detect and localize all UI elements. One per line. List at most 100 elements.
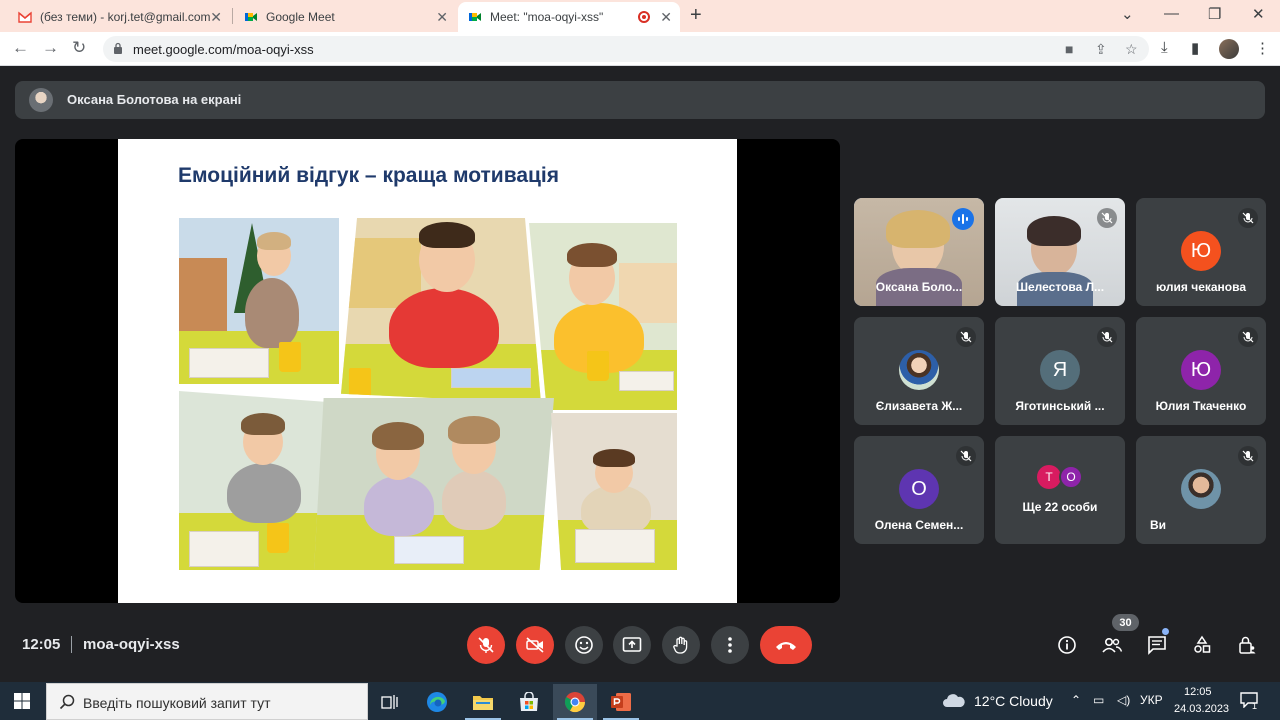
participant-tile[interactable]: О Олена Семен... xyxy=(854,436,984,544)
participant-avatar: Я xyxy=(1040,350,1080,390)
mic-off-icon xyxy=(1238,208,1258,228)
chevron-down-icon[interactable]: ⌄ xyxy=(1121,5,1134,23)
weather-text: 12°C Cloudy xyxy=(974,693,1053,709)
network-icon[interactable]: ▭ xyxy=(1093,693,1104,707)
participant-tile[interactable]: Оксана Боло... xyxy=(854,198,984,306)
more-options-button[interactable] xyxy=(711,626,749,664)
close-tab-icon[interactable]: ✕ xyxy=(660,9,672,26)
participant-avatar: Ю xyxy=(1181,231,1221,271)
cloud-icon xyxy=(943,694,965,707)
tab-title: (без теми) - korj.tet@gmail.com xyxy=(40,10,211,24)
share-icon[interactable]: ⇪ xyxy=(1095,41,1107,58)
classroom-photo xyxy=(529,223,677,410)
task-view-button[interactable] xyxy=(368,684,412,720)
windows-start-icon[interactable] xyxy=(14,693,30,709)
tab-separator xyxy=(232,8,233,24)
mic-off-icon xyxy=(478,637,494,653)
language-indicator[interactable]: УКР xyxy=(1140,693,1163,707)
participant-tile[interactable]: Ю юлия чеканова xyxy=(1136,198,1266,306)
close-tab-icon[interactable]: ✕ xyxy=(210,9,222,26)
participant-name: Ви xyxy=(1150,518,1167,532)
edge-app[interactable] xyxy=(415,684,459,720)
tab-google-meet[interactable]: Google Meet ✕ xyxy=(234,2,456,32)
store-icon xyxy=(520,692,538,711)
back-button[interactable]: ← xyxy=(12,38,29,58)
hand-icon xyxy=(673,636,688,654)
close-window-button[interactable]: ✕ xyxy=(1252,5,1265,23)
camera-toggle-button[interactable] xyxy=(516,626,554,664)
participant-name: Єлизавета Ж... xyxy=(875,399,963,413)
participant-avatar xyxy=(1181,469,1221,509)
present-screen-button[interactable] xyxy=(613,626,651,664)
chrome-app[interactable] xyxy=(553,684,597,720)
close-tab-icon[interactable]: ✕ xyxy=(436,9,448,26)
presentation-slide: Емоційний відгук – краща мотивація xyxy=(118,139,737,603)
participant-avatar: О xyxy=(899,469,939,509)
mic-off-icon xyxy=(1097,208,1117,228)
photo-collage xyxy=(179,218,677,570)
microphone-toggle-button[interactable] xyxy=(467,626,505,664)
store-app[interactable] xyxy=(507,684,551,720)
chrome-icon xyxy=(564,692,586,713)
presentation-stage: Емоційний відгук – краща мотивація xyxy=(15,139,840,603)
url-text: meet.google.com/moa-oqyi-xss xyxy=(133,42,314,57)
mic-off-icon xyxy=(1238,446,1258,466)
bookmark-star-icon[interactable]: ☆ xyxy=(1125,41,1138,58)
folder-icon xyxy=(473,696,493,710)
meeting-details-button[interactable] xyxy=(1054,632,1080,658)
participant-name: Шелестова Л... xyxy=(1015,280,1105,294)
presenting-banner: Оксана Болотова на екрані xyxy=(15,81,1265,119)
classroom-photo xyxy=(314,398,554,570)
tab-meet-call[interactable]: Meet: "moa-oqyi-xss" ✕ xyxy=(458,2,680,32)
participant-count-badge: 30 xyxy=(1112,614,1139,631)
leave-call-button[interactable] xyxy=(760,626,812,664)
profile-avatar[interactable] xyxy=(1219,39,1239,59)
present-screen-icon xyxy=(622,637,642,652)
more-participants-tile[interactable]: Т О Ще 22 особи xyxy=(995,436,1125,544)
tab-gmail[interactable]: (без теми) - korj.tet@gmail.com ✕ xyxy=(8,2,230,32)
recording-icon xyxy=(638,11,650,23)
taskbar-search-box[interactable]: Введіть пошуковий запит тут xyxy=(46,683,368,720)
file-explorer-app[interactable] xyxy=(461,684,505,720)
meet-icon xyxy=(469,13,481,21)
raise-hand-button[interactable] xyxy=(662,626,700,664)
powerpoint-app[interactable] xyxy=(599,684,643,720)
people-button[interactable] xyxy=(1099,632,1125,658)
chevron-up-icon[interactable]: ⌃ xyxy=(1071,693,1081,707)
menu-kebab-icon[interactable]: ⋮ xyxy=(1255,39,1270,57)
clock-time[interactable]: 12:05 xyxy=(1184,686,1212,698)
participant-avatar: О xyxy=(1059,465,1083,489)
address-bar[interactable]: meet.google.com/moa-oqyi-xss ■ ⇪ ☆ xyxy=(103,36,1149,62)
forward-button[interactable]: → xyxy=(42,38,59,58)
edge-icon xyxy=(427,692,447,712)
participant-tile[interactable]: Шелестова Л... xyxy=(995,198,1125,306)
host-controls-button[interactable] xyxy=(1234,632,1260,658)
activities-button[interactable] xyxy=(1189,632,1215,658)
windows-taskbar: Введіть пошуковий запит тут 12°C Cloudy … xyxy=(0,682,1280,720)
chat-button[interactable] xyxy=(1144,632,1170,658)
reactions-button[interactable] xyxy=(565,626,603,664)
restore-button[interactable]: ❐ xyxy=(1208,5,1221,23)
clock-date[interactable]: 24.03.2023 xyxy=(1174,703,1229,715)
minimize-button[interactable]: — xyxy=(1164,5,1179,22)
participant-tile[interactable]: Ю Юлия Ткаченко xyxy=(1136,317,1266,425)
unread-indicator xyxy=(1162,628,1169,635)
participant-tile[interactable]: Ви xyxy=(1136,436,1266,544)
search-icon xyxy=(59,694,75,710)
hang-up-icon xyxy=(776,642,796,650)
search-placeholder: Введіть пошуковий запит тут xyxy=(83,695,271,711)
participant-name: юлия чеканова xyxy=(1155,280,1247,294)
participant-tile[interactable]: Єлизавета Ж... xyxy=(854,317,984,425)
participant-name: Юлия Ткаченко xyxy=(1155,399,1247,413)
participant-tile[interactable]: Я Яготинський ... xyxy=(995,317,1125,425)
download-icon[interactable]: ⤓ xyxy=(1161,39,1168,56)
camera-icon[interactable]: ■ xyxy=(1065,41,1073,57)
side-panel-icon[interactable]: ▮ xyxy=(1191,39,1199,57)
browser-tab-strip: (без теми) - korj.tet@gmail.com ✕ Google… xyxy=(0,0,1280,32)
reload-button[interactable]: ↻ xyxy=(72,38,86,58)
volume-icon[interactable]: ◁) xyxy=(1117,693,1130,707)
more-participants-label: Ще 22 особи xyxy=(1022,500,1098,514)
activities-icon xyxy=(1194,635,1211,653)
classroom-photo xyxy=(551,413,677,570)
new-tab-button[interactable]: + xyxy=(690,4,702,27)
